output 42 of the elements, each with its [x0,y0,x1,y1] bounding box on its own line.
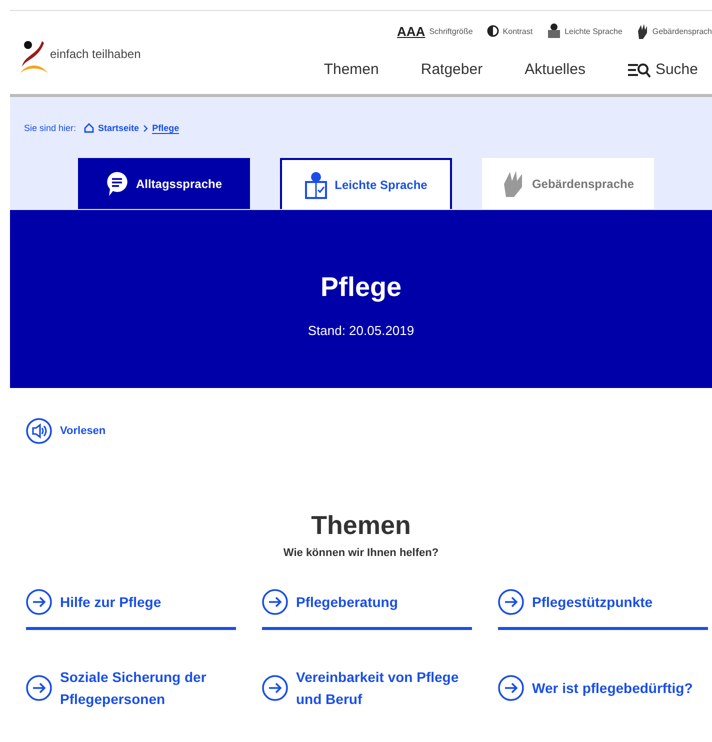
topic-link[interactable]: Vereinbarkeit von Pflege und Beruf [262,666,472,722]
breadcrumb-link[interactable]: Pflege [152,122,180,134]
language-tab[interactable]: Leichte Sprache [280,158,452,209]
breadcrumb-link[interactable]: Startseite [98,123,140,133]
book-icon [304,170,327,198]
search-link[interactable]: Suche [627,61,698,78]
language-tab[interactable]: Gebärdensprache [482,158,654,209]
utility-link[interactable]: Leichte Sprache [546,23,622,39]
topic-link[interactable]: Pflegestützpunkte [498,589,708,630]
arrow-circle-icon [26,675,52,701]
book-icon [546,23,561,39]
utility-link[interactable]: AAA Schriftgröße [397,24,473,38]
arrow-circle-icon [26,589,52,615]
section-title: Themen [310,510,412,541]
contrast-icon [486,25,499,37]
utility-link[interactable]: Gebärdensprach [636,23,712,39]
nav-link[interactable]: Themen [324,61,379,78]
chevron-icon [143,124,148,132]
home-icon [84,123,94,133]
date-text: Stand: 20.05.2019 [308,323,414,338]
topic-link[interactable]: Pflegeberatung [262,589,472,630]
page-title: Pflege [320,272,402,303]
utility-link[interactable]: Kontrast [486,25,533,37]
nav-link[interactable]: Aktuelles [524,61,586,78]
arrow-circle-icon [262,589,288,615]
topic-link[interactable]: Hilfe zur Pflege [26,589,236,630]
breadcrumb-label: Sie sind hier: [24,123,76,133]
search-icon [627,62,652,78]
arrow-circle-icon [262,675,288,701]
topic-link[interactable]: Wer ist pflegebedürftig? [498,666,708,722]
speech-bubble-icon [106,170,128,196]
language-tab[interactable]: Alltagssprache [78,158,250,209]
hand-icon [502,170,524,198]
logo-text: einfach teilhaben [50,47,141,61]
speaker-icon [26,418,52,444]
nav-link[interactable]: Ratgeber [420,61,483,78]
arrow-circle-icon [498,589,524,615]
hand-icon [636,23,648,39]
read-aloud-link[interactable]: Vorlesen [26,418,106,444]
arrow-circle-icon [498,675,524,701]
topic-link[interactable]: Soziale Sicherung der Pflegepersonen [26,666,236,722]
section-subtitle: Wie können wir Ihnen helfen? [282,547,440,559]
